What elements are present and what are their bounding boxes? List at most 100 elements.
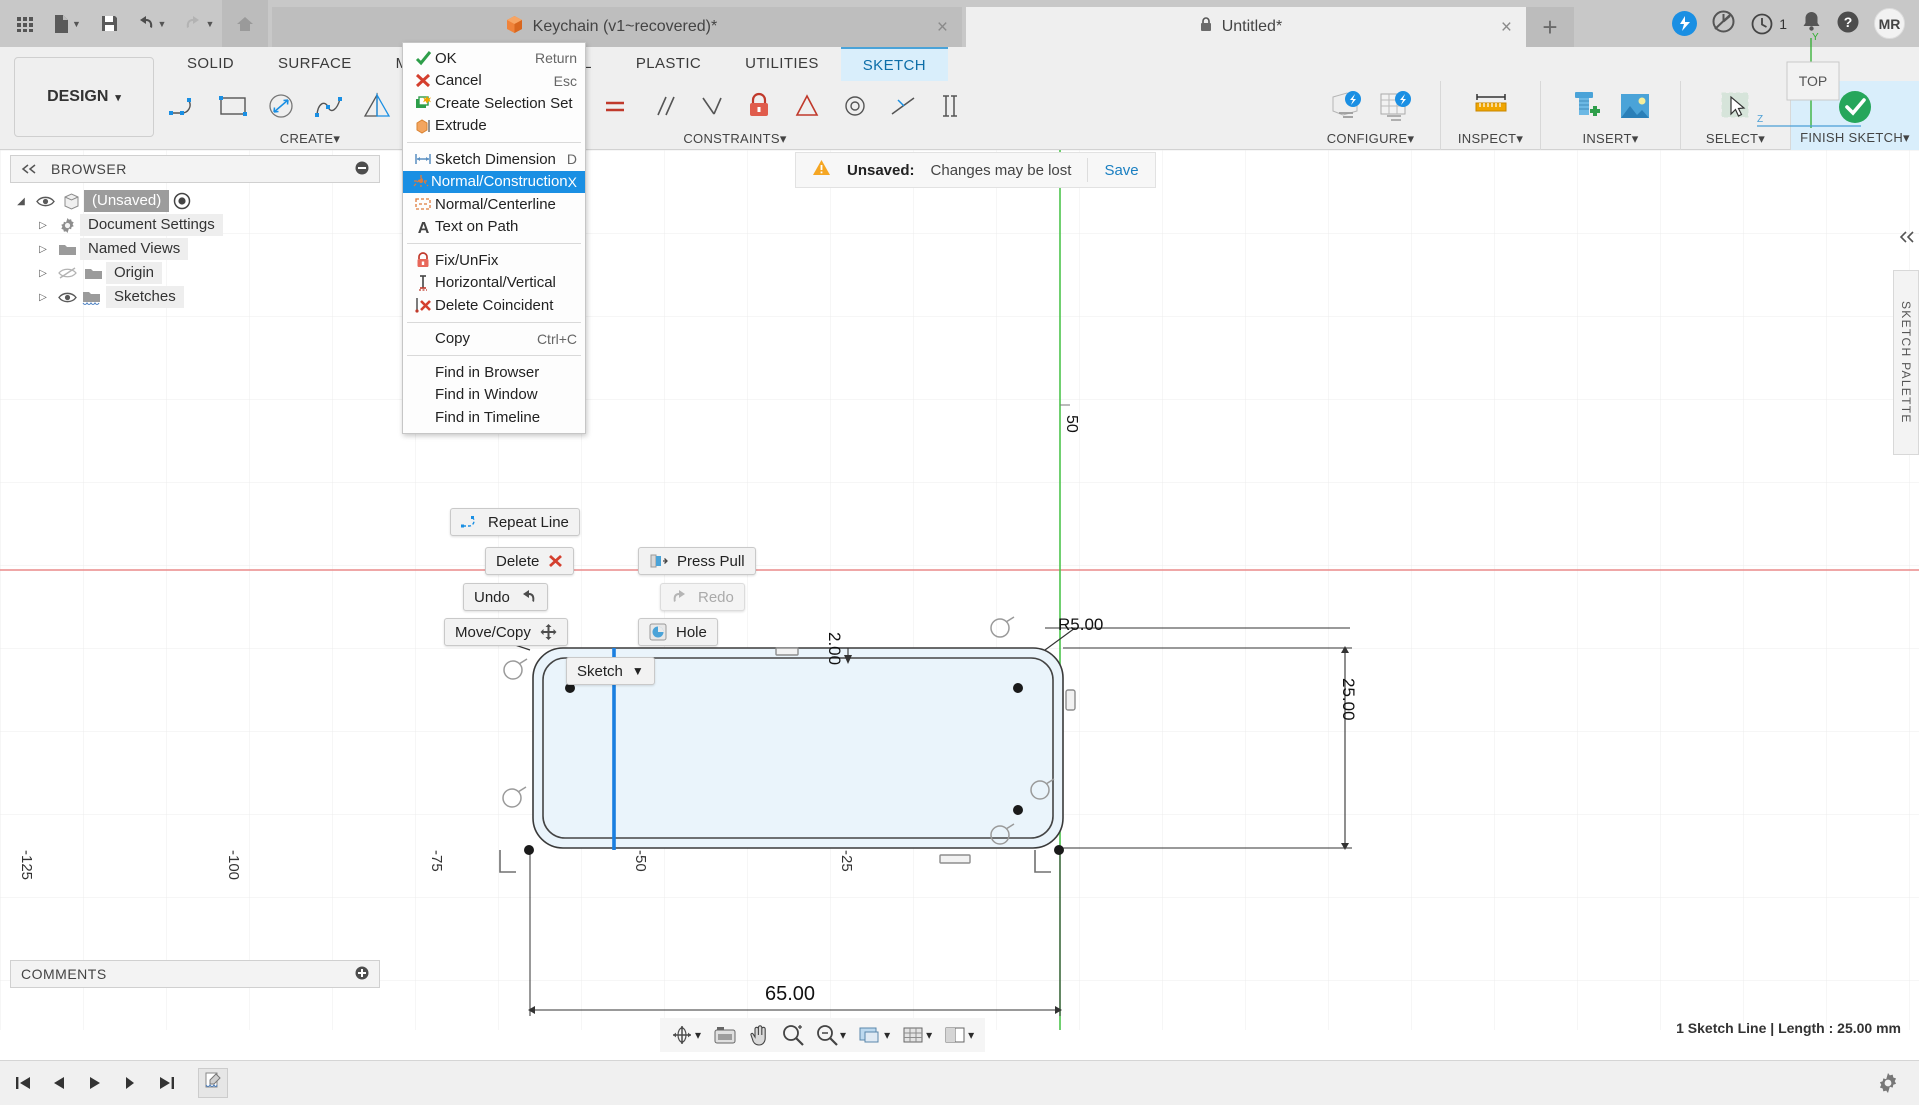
tree-item-named-views[interactable]: ▷ Named Views	[10, 237, 380, 261]
midpoint-icon[interactable]	[688, 82, 734, 130]
grid-apps-icon[interactable]	[8, 4, 42, 44]
menu-item-cancel[interactable]: Cancel Esc	[403, 70, 585, 93]
go-to-end-icon[interactable]	[154, 1070, 180, 1096]
close-icon[interactable]: ×	[1501, 18, 1512, 37]
symmetry-icon[interactable]	[784, 82, 830, 130]
circle-icon[interactable]	[258, 82, 304, 130]
tree-item-document-settings[interactable]: ▷ Document Settings	[10, 213, 380, 237]
menu-item-text-on-path[interactable]: A Text on Path	[403, 216, 585, 239]
spline-icon[interactable]	[306, 82, 352, 130]
document-tab-untitled[interactable]: Untitled* ×	[966, 7, 1526, 47]
marking-menu-press-pull[interactable]: Press Pull	[638, 547, 756, 575]
tree-item-unsaved[interactable]: ◢ (Unsaved)	[10, 189, 380, 213]
menu-item-normal-centerline[interactable]: Normal/Centerline	[403, 193, 585, 216]
tab-sketch[interactable]: SKETCH	[840, 47, 949, 81]
configure-body-icon[interactable]	[1324, 82, 1370, 130]
tab-surface[interactable]: SURFACE	[256, 47, 374, 81]
look-at-icon[interactable]	[708, 1020, 742, 1050]
grid-snaps-icon[interactable]: ▾	[897, 1020, 937, 1050]
tree-item-sketches[interactable]: ▷ Sketches	[10, 285, 380, 309]
pan-hand-icon[interactable]	[744, 1020, 775, 1050]
mirror-icon[interactable]	[354, 82, 400, 130]
menu-item-find-in-browser[interactable]: Find in Browser	[403, 361, 585, 384]
line-icon[interactable]	[162, 82, 208, 130]
zoom-icon[interactable]	[777, 1020, 809, 1050]
go-to-start-icon[interactable]	[10, 1070, 36, 1096]
sketch-palette-tab[interactable]: SKETCH PALETTE	[1893, 270, 1919, 455]
fix-lock-icon[interactable]	[736, 82, 782, 130]
parallel-icon[interactable]	[640, 82, 686, 130]
menu-item-sketch-dimension[interactable]: Sketch Dimension D	[403, 148, 585, 171]
timeline-feature-sketch[interactable]	[198, 1068, 228, 1098]
tab-solid[interactable]: SOLID	[165, 47, 256, 81]
eye-hidden-icon[interactable]	[54, 266, 80, 280]
eye-visible-icon[interactable]	[54, 291, 80, 304]
play-icon[interactable]	[82, 1070, 108, 1096]
orbit-icon[interactable]: ▾	[666, 1020, 706, 1050]
expand-arrow-icon[interactable]: ◢	[10, 196, 32, 207]
expand-arrow-icon[interactable]: ▷	[32, 220, 54, 231]
equal-icon[interactable]	[592, 82, 638, 130]
dimension-width[interactable]: 65.00	[765, 983, 815, 1006]
menu-item-copy[interactable]: Copy Ctrl+C	[403, 328, 585, 351]
dimension-thickness[interactable]: 2.00	[824, 632, 844, 665]
workspace-selector[interactable]: DESIGN ▾	[14, 57, 154, 137]
tree-item-origin[interactable]: ▷ Origin	[10, 261, 380, 285]
timeline-settings-gear-icon[interactable]	[1875, 1070, 1901, 1096]
tab-utilities[interactable]: UTILITIES	[723, 47, 841, 81]
new-file-icon[interactable]: ▼	[44, 4, 90, 44]
menu-item-fix-unfix[interactable]: Fix/UnFix	[403, 249, 585, 272]
undo-icon[interactable]: ▼	[128, 4, 174, 44]
close-icon[interactable]: ×	[937, 18, 948, 37]
insert-mcmaster-icon[interactable]	[1564, 82, 1610, 130]
marking-menu-repeat-line[interactable]: Repeat Line	[450, 508, 580, 536]
concentric-icon[interactable]	[832, 82, 878, 130]
expand-arrow-icon[interactable]: ▷	[32, 244, 54, 255]
save-link[interactable]: Save	[1104, 162, 1138, 179]
measure-ruler-icon[interactable]	[1468, 82, 1514, 130]
tab-plastic[interactable]: PLASTIC	[614, 47, 723, 81]
menu-item-extrude[interactable]: Extrude	[403, 115, 585, 138]
menu-item-find-in-timeline[interactable]: Find in Timeline	[403, 406, 585, 429]
insert-image-icon[interactable]	[1612, 82, 1658, 130]
menu-item-delete-coincident[interactable]: Delete Coincident	[403, 294, 585, 317]
collapse-left-icon[interactable]	[21, 162, 37, 177]
expand-panel-arrows[interactable]	[1899, 230, 1915, 247]
document-tab-keychain[interactable]: Keychain (v1~recovered)* ×	[272, 7, 962, 47]
curvature-icon[interactable]	[928, 82, 974, 130]
menu-item-ok[interactable]: OK Return	[403, 47, 585, 70]
add-comment-icon[interactable]	[355, 966, 369, 983]
display-settings-icon[interactable]: ▾	[853, 1020, 895, 1050]
view-cube[interactable]: Y Z TOP	[1749, 30, 1869, 140]
save-icon[interactable]	[92, 4, 126, 44]
marking-menu-hole[interactable]: Hole	[638, 618, 718, 646]
new-tab-button[interactable]: +	[1526, 7, 1574, 47]
zoom-fit-icon[interactable]: ▾	[811, 1020, 851, 1050]
marking-menu-move-copy[interactable]: Move/Copy	[444, 618, 568, 646]
marking-menu-undo[interactable]: Undo	[463, 583, 548, 611]
menu-item-normal-construction[interactable]: Normal/Construction X	[403, 170, 585, 193]
redo-icon[interactable]: ▼	[176, 4, 222, 44]
eye-visible-icon[interactable]	[32, 195, 58, 208]
comments-panel-header[interactable]: COMMENTS	[10, 960, 380, 988]
marking-menu-sketch[interactable]: Sketch ▼	[566, 657, 655, 685]
marking-menu-delete[interactable]: Delete	[485, 547, 575, 575]
expand-arrow-icon[interactable]: ▷	[32, 268, 54, 279]
dimension-radius-top-right[interactable]: R5.00	[1058, 615, 1103, 635]
configure-table-icon[interactable]	[1372, 82, 1418, 130]
minimize-icon[interactable]	[355, 161, 369, 178]
menu-item-horizontal-vertical[interactable]: Horizontal/Vertical	[403, 272, 585, 295]
home-icon[interactable]	[222, 0, 268, 47]
job-status-icon[interactable]	[1711, 9, 1736, 38]
avatar[interactable]: MR	[1874, 8, 1905, 39]
menu-item-create-selection-set[interactable]: Create Selection Set	[403, 92, 585, 115]
step-back-icon[interactable]	[46, 1070, 72, 1096]
collinear-icon[interactable]	[880, 82, 926, 130]
extension-blue-icon[interactable]	[1672, 11, 1698, 36]
active-radio-icon[interactable]	[169, 192, 195, 210]
dimension-height[interactable]: 25.00	[1338, 678, 1358, 721]
expand-arrow-icon[interactable]: ▷	[32, 292, 54, 303]
viewports-icon[interactable]: ▾	[939, 1020, 979, 1050]
menu-item-find-in-window[interactable]: Find in Window	[403, 384, 585, 407]
context-menu[interactable]: OK Return Cancel Esc Create Selection Se…	[402, 42, 586, 434]
